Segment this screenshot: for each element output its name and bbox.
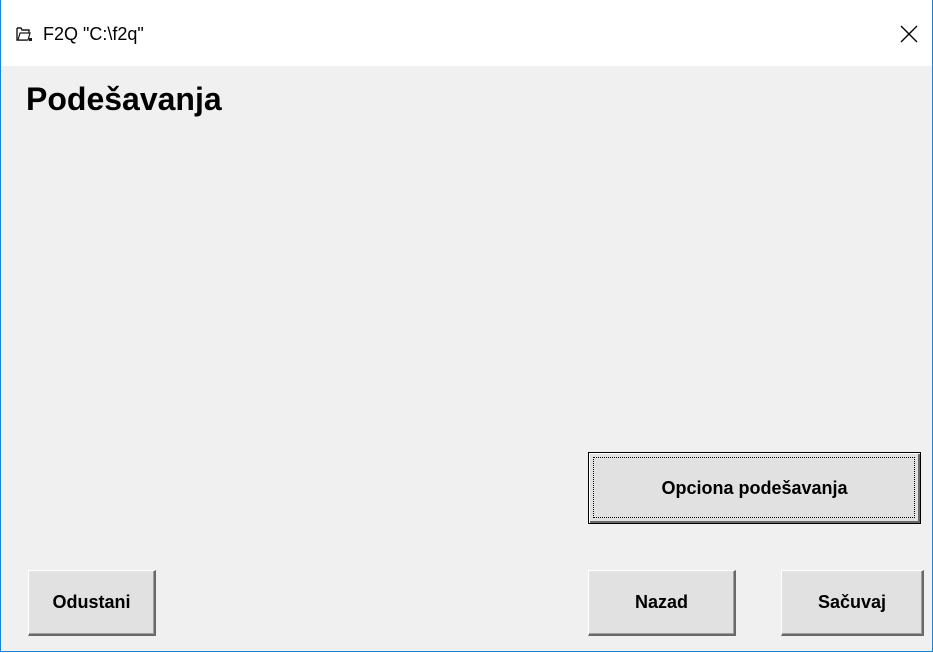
back-label: Nazad bbox=[634, 592, 688, 612]
app-window-icon bbox=[15, 25, 33, 43]
page-title: Podešavanja bbox=[26, 81, 222, 117]
cancel-button[interactable]: Odustani bbox=[28, 570, 156, 636]
dialog-content: Podešavanja Opciona podešavanja Odustani… bbox=[1, 66, 932, 651]
save-label: Sačuvaj bbox=[817, 592, 887, 612]
window-title: F2Q "C:\f2q" bbox=[43, 24, 144, 44]
optional-settings-button[interactable]: Opciona podešavanja bbox=[588, 452, 921, 524]
save-button[interactable]: Sačuvaj bbox=[781, 570, 924, 636]
settings-window: F2Q "C:\f2q" Podešavanja Opciona podešav… bbox=[0, 0, 933, 652]
back-button[interactable]: Nazad bbox=[588, 570, 736, 636]
title-bar[interactable]: F2Q "C:\f2q" bbox=[1, 0, 932, 66]
close-icon bbox=[900, 25, 918, 43]
cancel-label: Odustani bbox=[52, 592, 131, 612]
optional-settings-label: Opciona podešavanja bbox=[661, 477, 848, 498]
close-button[interactable] bbox=[886, 14, 932, 54]
